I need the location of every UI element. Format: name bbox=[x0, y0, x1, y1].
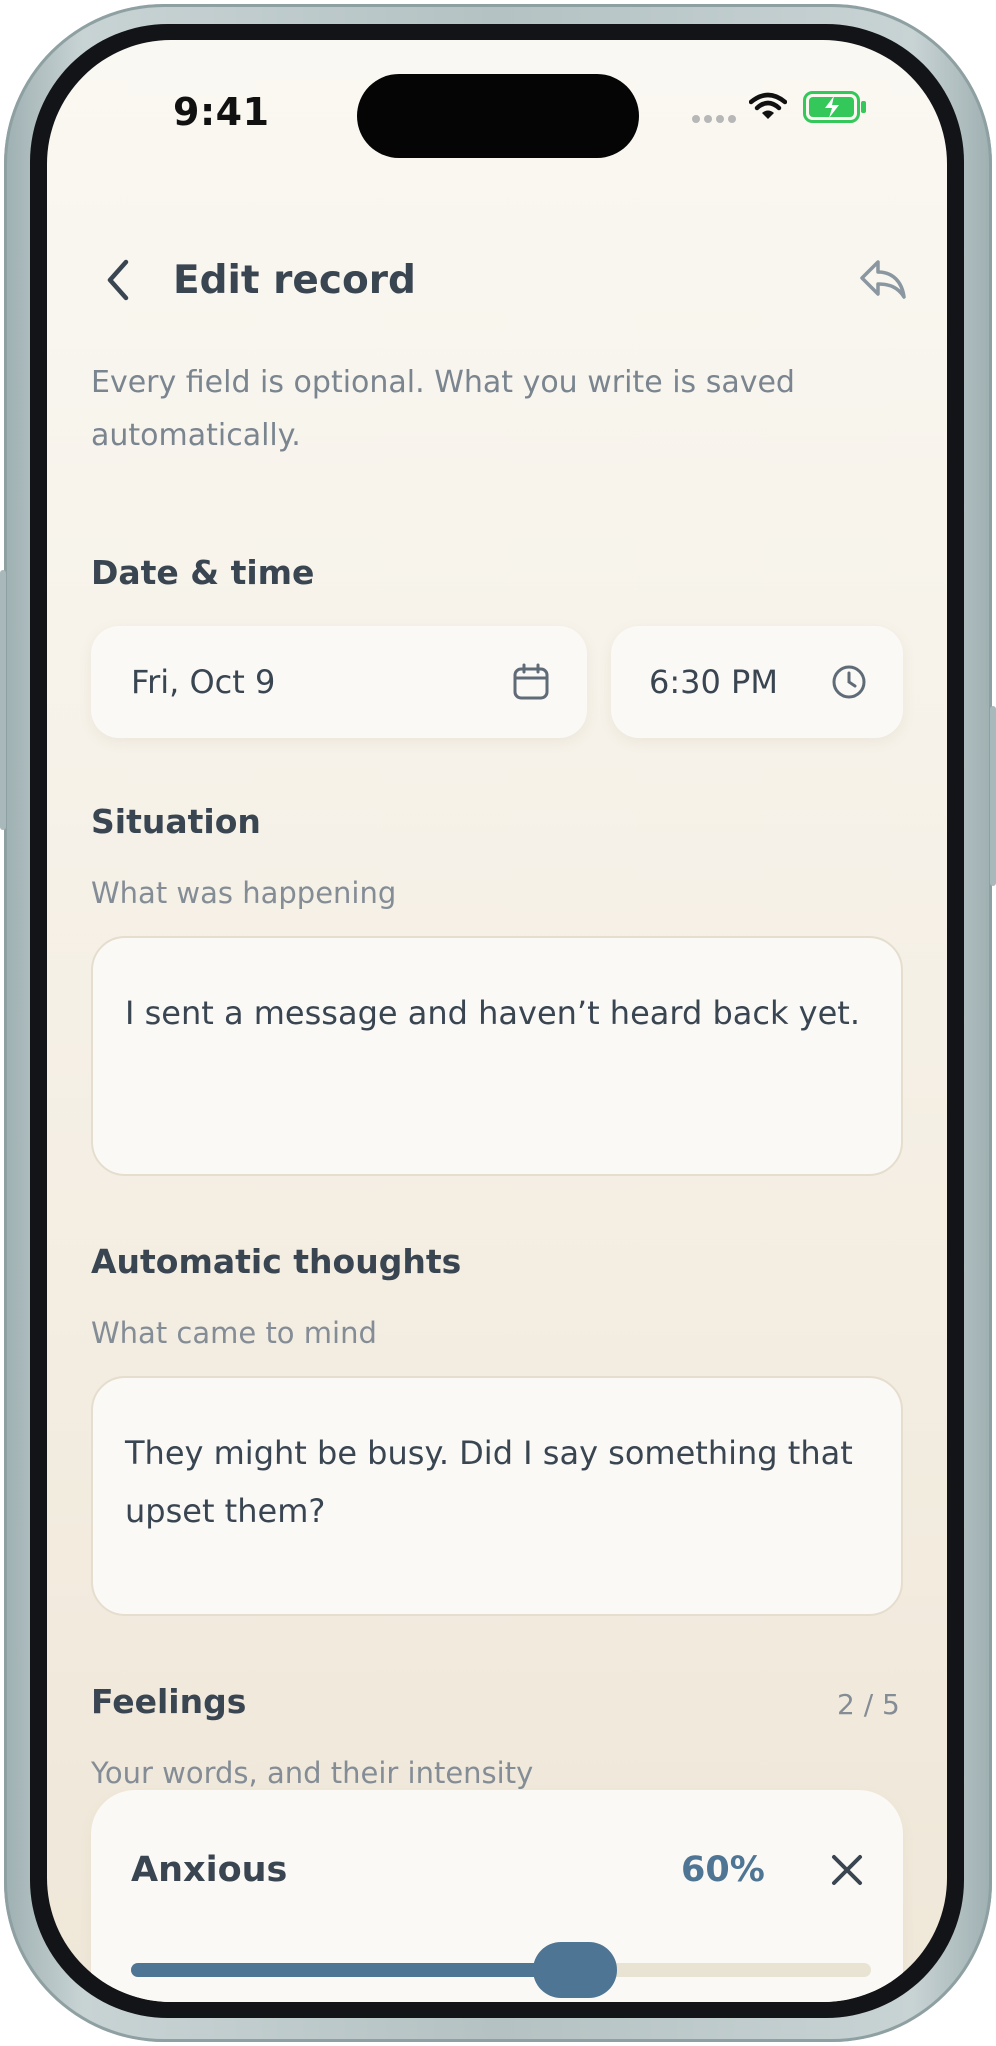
intensity-slider-thumb[interactable] bbox=[533, 1942, 617, 1998]
cellular-signal-icon bbox=[691, 110, 737, 129]
feelings-sublabel: Your words, and their intensity bbox=[91, 1756, 534, 1790]
side-button-right bbox=[990, 706, 996, 886]
side-button-left bbox=[0, 570, 6, 830]
wifi-icon bbox=[748, 92, 788, 126]
time-field[interactable]: 6:30 PM bbox=[611, 626, 903, 738]
situation-input[interactable]: I sent a message and haven’t heard back … bbox=[91, 936, 903, 1176]
screen: 9:41 Edit record Every field is optional… bbox=[47, 40, 947, 2002]
date-time-label: Date & time bbox=[91, 553, 315, 592]
automatic-thoughts-label: Automatic thoughts bbox=[91, 1242, 462, 1281]
clock-icon bbox=[827, 660, 871, 704]
header: Edit record bbox=[47, 212, 947, 356]
intensity-slider-fill bbox=[131, 1963, 575, 1977]
close-icon bbox=[830, 1853, 864, 1891]
remove-feeling-button[interactable] bbox=[819, 1844, 875, 1900]
page-title: Edit record bbox=[173, 258, 416, 303]
back-button[interactable] bbox=[95, 252, 139, 312]
feelings-label: Feelings bbox=[91, 1682, 247, 1721]
automatic-thoughts-sublabel: What came to mind bbox=[91, 1316, 377, 1350]
date-field[interactable]: Fri, Oct 9 bbox=[91, 626, 587, 738]
reply-share-icon bbox=[858, 257, 908, 307]
situation-label: Situation bbox=[91, 802, 261, 841]
feelings-count: 2 / 5 bbox=[837, 1688, 900, 1721]
intensity-slider[interactable] bbox=[131, 1942, 871, 1998]
feeling-intensity-value: 60% bbox=[681, 1850, 765, 1890]
battery-charging-icon bbox=[803, 90, 867, 128]
situation-sublabel: What was happening bbox=[91, 876, 397, 910]
calendar-icon bbox=[509, 660, 553, 704]
date-value: Fri, Oct 9 bbox=[131, 663, 276, 701]
dynamic-island bbox=[357, 74, 639, 158]
intro-text: Every field is optional. What you write … bbox=[91, 365, 795, 453]
share-button[interactable] bbox=[851, 250, 915, 314]
automatic-thoughts-input[interactable]: They might be busy. Did I say something … bbox=[91, 1376, 903, 1616]
status-time: 9:41 bbox=[173, 90, 270, 134]
chevron-left-icon bbox=[102, 258, 132, 306]
feeling-card: Anxious 60% bbox=[91, 1790, 903, 2002]
feeling-name: Anxious bbox=[131, 1850, 288, 1890]
time-value: 6:30 PM bbox=[649, 663, 778, 701]
